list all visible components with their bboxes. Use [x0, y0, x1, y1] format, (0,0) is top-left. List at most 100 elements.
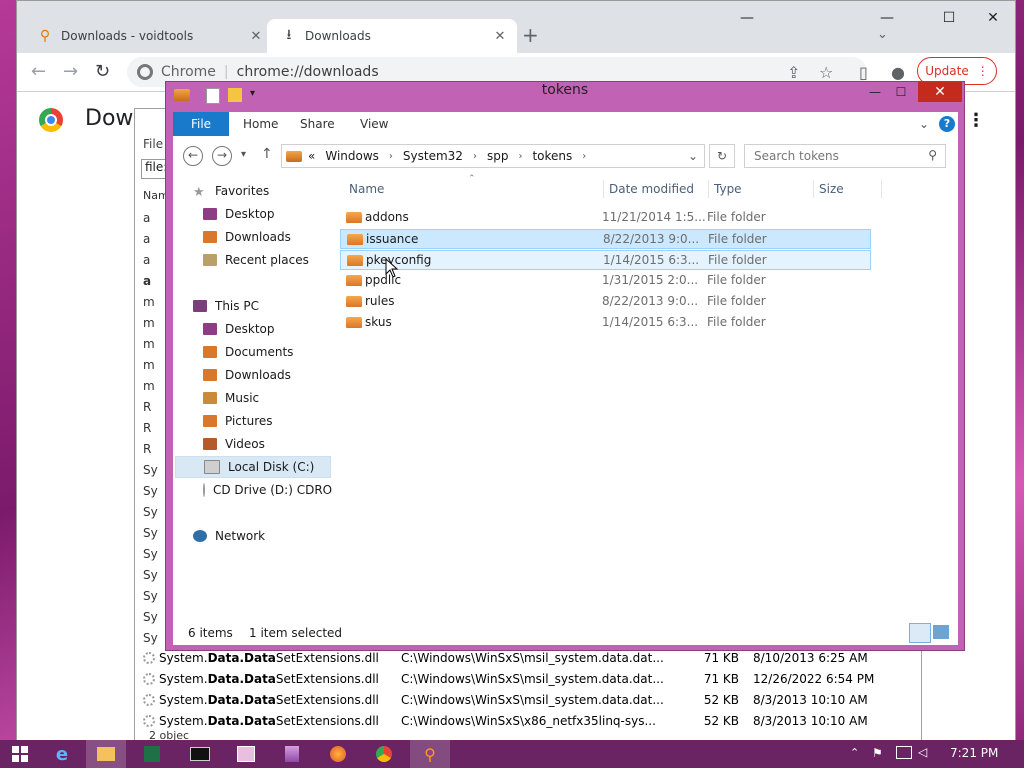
list-item[interactable]: a: [143, 253, 150, 267]
breadcrumb-windows[interactable]: Windows: [325, 149, 379, 163]
network-icon[interactable]: [896, 746, 912, 759]
breadcrumb-system32[interactable]: System32: [403, 149, 463, 163]
list-item[interactable]: m: [143, 316, 155, 330]
new-folder-icon[interactable]: [228, 88, 242, 102]
help-icon[interactable]: ?: [939, 116, 955, 132]
nav-favorites[interactable]: ★ Favorites: [193, 180, 353, 202]
folder-row-skus[interactable]: skus 1/14/2015 6:3... File folder: [340, 313, 871, 333]
new-tab-button[interactable]: +: [522, 23, 539, 47]
column-type[interactable]: Type: [714, 182, 742, 196]
column-divider[interactable]: [708, 180, 709, 198]
taskbar-winrar[interactable]: [272, 740, 312, 768]
explorer-titlebar[interactable]: ▾ tokens — ☐ ✕: [166, 82, 964, 112]
large-icons-view-icon[interactable]: [933, 625, 949, 639]
column-divider[interactable]: [603, 180, 604, 198]
clock[interactable]: 7:21 PM: [950, 746, 998, 760]
column-divider[interactable]: [881, 180, 882, 198]
list-item[interactable]: R: [143, 421, 151, 435]
taskbar-cmd[interactable]: [180, 740, 220, 768]
taskbar-everything[interactable]: ⚲: [410, 740, 450, 768]
list-item[interactable]: Sy: [143, 484, 158, 498]
profile-icon[interactable]: ●: [891, 63, 905, 82]
back-button[interactable]: ←: [31, 61, 46, 82]
folder-row-addons[interactable]: addons 11/21/2014 1:5... File folder: [340, 208, 871, 228]
table-row[interactable]: System.Data.DataSetExtensions.dll C:\Win…: [143, 651, 899, 671]
folder-row-pkeyconfig[interactable]: pkeyconfig 1/14/2015 6:3... File folder: [340, 250, 871, 270]
recent-locations-icon[interactable]: ▾: [241, 149, 246, 160]
flag-icon[interactable]: ⚑: [872, 746, 883, 760]
tab-share[interactable]: Share: [300, 112, 335, 136]
folder-row-issuance[interactable]: issuance 8/22/2013 9:0... File folder: [340, 229, 871, 249]
up-arrow-icon[interactable]: ⌃: [850, 746, 859, 759]
url-text[interactable]: chrome://downloads: [237, 64, 379, 80]
chevron-right-icon[interactable]: ›: [473, 151, 477, 162]
chevron-right-icon[interactable]: ›: [582, 151, 586, 162]
list-item[interactable]: R: [143, 442, 151, 456]
everything-menu-file[interactable]: File: [143, 137, 163, 151]
tab-everything[interactable]: ⚲ Downloads - voidtools ✕: [23, 19, 273, 53]
forward-button[interactable]: →: [63, 61, 78, 82]
list-item[interactable]: m: [143, 295, 155, 309]
minimize-button[interactable]: —: [862, 82, 888, 102]
breadcrumb-overflow[interactable]: «: [308, 149, 315, 163]
refresh-button[interactable]: ↻: [709, 144, 735, 168]
table-row[interactable]: System.Data.DataSetExtensions.dll C:\Win…: [143, 672, 899, 692]
close-button[interactable]: ✕: [918, 82, 962, 102]
column-date-modified[interactable]: Date modified: [609, 182, 694, 196]
table-row[interactable]: System.Data.DataSetExtensions.dll C:\Win…: [143, 714, 899, 734]
volume-icon[interactable]: ◁: [918, 745, 927, 759]
tab-file[interactable]: File: [173, 112, 229, 136]
share-icon[interactable]: ⇪: [787, 63, 800, 82]
list-item[interactable]: m: [143, 337, 155, 351]
list-item[interactable]: Sy: [143, 589, 158, 603]
list-item[interactable]: a: [143, 211, 150, 225]
back-button[interactable]: ←: [183, 146, 203, 166]
quick-access-dropdown-icon[interactable]: ▾: [250, 88, 255, 99]
list-item[interactable]: Sy: [143, 505, 158, 519]
taskbar-chrome[interactable]: [364, 740, 404, 768]
chevron-right-icon[interactable]: ›: [518, 151, 522, 162]
taskbar-paint[interactable]: [226, 740, 266, 768]
start-button[interactable]: [0, 740, 40, 768]
nav-this-pc[interactable]: This PC: [193, 295, 353, 317]
chevron-right-icon[interactable]: ›: [389, 151, 393, 162]
folder-row-rules[interactable]: rules 8/22/2013 9:0... File folder: [340, 292, 871, 312]
tab-home[interactable]: Home: [243, 112, 278, 136]
details-view-icon[interactable]: [909, 623, 931, 643]
taskbar-firefox[interactable]: [318, 740, 358, 768]
column-divider[interactable]: [813, 180, 814, 198]
taskbar-excel[interactable]: [132, 740, 172, 768]
breadcrumb-spp[interactable]: spp: [487, 149, 509, 163]
list-item[interactable]: Sy: [143, 610, 158, 624]
list-item[interactable]: Sy: [143, 568, 158, 582]
list-item[interactable]: m: [143, 358, 155, 372]
list-item[interactable]: Sy: [143, 463, 158, 477]
taskbar-file-explorer[interactable]: [86, 740, 126, 768]
reload-button[interactable]: ↻: [95, 61, 110, 82]
minimize-button[interactable]: —: [727, 7, 767, 31]
close-window-button[interactable]: ✕: [973, 7, 1013, 31]
maximize-button[interactable]: ☐: [929, 7, 969, 31]
list-item[interactable]: Sy: [143, 631, 158, 645]
bookmark-star-icon[interactable]: ☆: [819, 63, 833, 82]
list-item[interactable]: R: [143, 400, 151, 414]
nav-local-disk[interactable]: Local Disk (C:): [175, 456, 331, 478]
expand-ribbon-icon[interactable]: ⌄: [919, 112, 929, 136]
list-item[interactable]: a: [143, 232, 150, 246]
breadcrumb-tokens[interactable]: tokens: [532, 149, 572, 163]
table-row[interactable]: System.Data.DataSetExtensions.dll C:\Win…: [143, 693, 899, 713]
forward-button[interactable]: →: [212, 146, 232, 166]
search-input[interactable]: Search tokens ⚲: [744, 144, 946, 168]
list-item[interactable]: Sy: [143, 526, 158, 540]
list-item[interactable]: a: [143, 274, 151, 288]
minimize-button-2[interactable]: —: [867, 7, 907, 31]
properties-icon[interactable]: [206, 88, 220, 104]
column-name[interactable]: Name: [349, 182, 384, 196]
list-item[interactable]: Sy: [143, 547, 158, 561]
downloads-menu-icon[interactable]: ⋮: [967, 110, 985, 131]
address-bar[interactable]: « Windows › System32 › spp › tokens › ⌄: [281, 144, 705, 168]
maximize-button[interactable]: ☐: [888, 82, 914, 102]
tab-downloads[interactable]: ⭳ Downloads ✕: [267, 19, 517, 53]
taskbar-ie[interactable]: e: [42, 740, 82, 768]
list-item[interactable]: m: [143, 379, 155, 393]
